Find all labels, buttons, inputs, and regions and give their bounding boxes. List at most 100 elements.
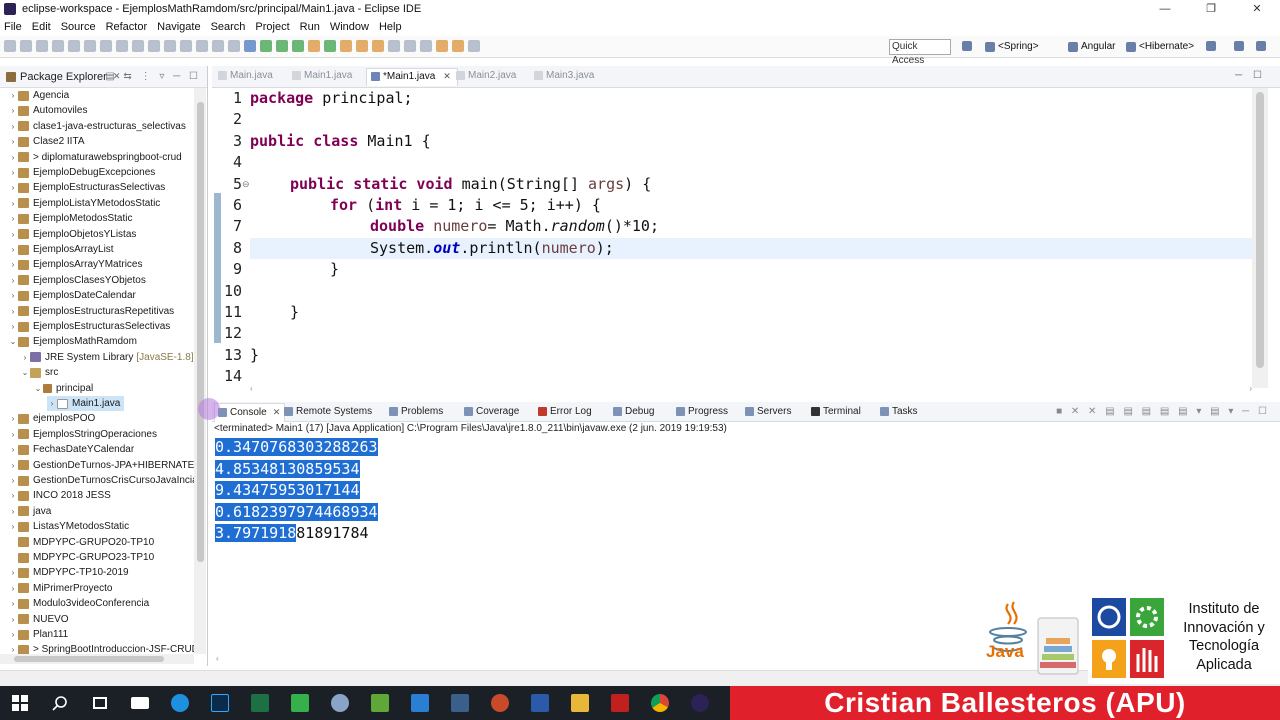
- tree-item[interactable]: › EjemplosStringOperaciones: [8, 427, 157, 442]
- search-icon[interactable]: [388, 40, 400, 52]
- tab-console[interactable]: Console ✕: [214, 403, 286, 422]
- perspective-java[interactable]: [1206, 41, 1216, 51]
- taskbar-explorer[interactable]: [560, 686, 600, 720]
- view-toolbar[interactable]: ▤ ⇆ ⋮ ▿ ─ ☐: [105, 71, 201, 82]
- tree-item-selected[interactable]: › Main1.java: [47, 396, 125, 411]
- tab-coverage[interactable]: Coverage: [464, 406, 519, 417]
- run-icon[interactable]: [260, 40, 272, 52]
- perspective-other[interactable]: [1256, 41, 1266, 51]
- close-button[interactable]: ✕: [1234, 0, 1280, 18]
- tree-item[interactable]: › JRE System Library [JavaSE-1.8]: [20, 350, 194, 365]
- tab-main1-java[interactable]: Main1.java: [292, 70, 352, 81]
- step-into-icon[interactable]: [164, 40, 176, 52]
- tree-item[interactable]: › clase1-java-estructuras_selectivas: [8, 119, 186, 134]
- menu-source[interactable]: Source: [61, 21, 96, 33]
- save-icon[interactable]: [20, 40, 32, 52]
- tree-item[interactable]: › EjemploListaYMetodosStatic: [8, 196, 161, 211]
- scrollbar-thumb[interactable]: [14, 656, 164, 662]
- tree-item-expanded[interactable]: ⌄ src: [20, 365, 59, 380]
- taskbar-notepad[interactable]: [360, 686, 400, 720]
- tab-progress[interactable]: Progress: [676, 406, 728, 417]
- console-output-line[interactable]: 4.85348130859534: [215, 459, 360, 480]
- skip-breakpoints-icon[interactable]: [84, 40, 96, 52]
- tree-item[interactable]: › NUEVO: [8, 612, 69, 627]
- tree-item[interactable]: › java: [8, 504, 52, 519]
- code-area[interactable]: package principal; public class Main1 { …: [250, 88, 1252, 388]
- scroll-left-icon[interactable]: ‹: [250, 384, 253, 393]
- taskbar-excel[interactable]: [240, 686, 280, 720]
- print-icon[interactable]: [52, 40, 64, 52]
- console-output-line[interactable]: 9.43475953017144: [215, 480, 360, 501]
- tab-problems[interactable]: Problems: [389, 406, 443, 417]
- previous-annotation-icon[interactable]: [420, 40, 432, 52]
- editor-vertical-scrollbar[interactable]: [1252, 88, 1268, 388]
- save-all-icon[interactable]: [36, 40, 48, 52]
- tree-item[interactable]: › FechasDateYCalendar: [8, 442, 135, 457]
- tree-item[interactable]: › ejemplosPOO: [8, 411, 96, 426]
- menu-edit[interactable]: Edit: [32, 21, 51, 33]
- perspective-debug[interactable]: [1234, 41, 1244, 51]
- taskbar-search[interactable]: [40, 686, 80, 720]
- tree-item[interactable]: MDPYPC-GRUPO20-TP10: [8, 535, 154, 550]
- start-button[interactable]: [0, 686, 40, 720]
- perspective-spring[interactable]: <Spring>: [985, 41, 1039, 52]
- console-output-line[interactable]: 0.3470768303288263: [215, 437, 378, 458]
- taskbar-word[interactable]: [520, 686, 560, 720]
- scrollbar-thumb[interactable]: [1256, 92, 1264, 368]
- menu-navigate[interactable]: Navigate: [157, 21, 200, 33]
- minimize-button[interactable]: —: [1142, 0, 1188, 18]
- pin-editor-icon[interactable]: [468, 40, 480, 52]
- tree-item[interactable]: › Agencia: [8, 88, 69, 103]
- new-package-icon[interactable]: [324, 40, 336, 52]
- tree-item[interactable]: › > diplomaturawebspringboot-crud: [8, 150, 182, 165]
- scroll-right-icon[interactable]: ›: [1249, 384, 1252, 393]
- console-toolbar[interactable]: ■ ✕ ✕ ▤ ▤ ▤ ▤ ▤ ▾ ▤ ▾ ─ ☐: [1056, 406, 1270, 417]
- tree-item[interactable]: › EjemplosEstructurasSelectivas: [8, 319, 171, 334]
- tab-main3-java[interactable]: Main3.java: [534, 70, 594, 81]
- taskbar-eclipse[interactable]: [680, 686, 720, 720]
- resume-icon[interactable]: [100, 40, 112, 52]
- tree-item[interactable]: › EjemploMetodosStatic: [8, 211, 133, 226]
- taskbar-edge[interactable]: [160, 686, 200, 720]
- tree-item[interactable]: MDPYPC-GRUPO23-TP10: [8, 550, 154, 565]
- terminate-icon[interactable]: [132, 40, 144, 52]
- menu-run[interactable]: Run: [300, 21, 320, 33]
- task-view-button[interactable]: [80, 686, 120, 720]
- taskbar-chrome[interactable]: [640, 686, 680, 720]
- tab-error-log[interactable]: Error Log: [538, 406, 592, 417]
- tree-item[interactable]: › GestionDeTurnosCrisCursoJavaIncia: [8, 473, 194, 488]
- tree-item[interactable]: › ListasYMetodosStatic: [8, 519, 130, 534]
- menu-help[interactable]: Help: [379, 21, 402, 33]
- fold-toggle-icon[interactable]: ⊖: [242, 179, 250, 190]
- taskbar-vscode[interactable]: [400, 686, 440, 720]
- use-step-filters-icon[interactable]: [228, 40, 240, 52]
- tree-item[interactable]: › EjemploEstructurasSelectivas: [8, 180, 166, 195]
- quick-access-input[interactable]: Quick Access: [889, 39, 951, 66]
- taskbar-postgres[interactable]: [320, 686, 360, 720]
- tree-item[interactable]: › Clase2 IITA: [8, 134, 85, 149]
- close-tab-icon[interactable]: ✕: [273, 407, 281, 418]
- editor-horizontal-scrollbar[interactable]: ‹ ›: [250, 384, 1252, 394]
- perspective-angular[interactable]: Angular: [1068, 41, 1115, 52]
- scrollbar-thumb[interactable]: [197, 102, 204, 562]
- open-task-icon[interactable]: [372, 40, 384, 52]
- tree-item[interactable]: › Automoviles: [8, 103, 88, 118]
- tree-item[interactable]: › MDPYPC-TP10-2019: [8, 565, 129, 580]
- tab-debug[interactable]: Debug: [613, 406, 654, 417]
- new-icon[interactable]: [4, 40, 16, 52]
- tab-main-java[interactable]: Main.java: [218, 70, 273, 81]
- taskbar-workbench[interactable]: [440, 686, 480, 720]
- perspective-hibernate[interactable]: <Hibernate>: [1126, 41, 1194, 52]
- open-perspective-button[interactable]: [962, 41, 972, 51]
- next-annotation-icon[interactable]: [404, 40, 416, 52]
- tree-item[interactable]: › MiPrimerProyecto: [8, 581, 113, 596]
- tree-horizontal-scrollbar[interactable]: [0, 654, 194, 664]
- tree-item[interactable]: › INCO 2018 JESS: [8, 488, 111, 503]
- console-output-line[interactable]: 0.6182397974468934: [215, 502, 378, 523]
- tree-item[interactable]: › EjemplosArrayList: [8, 242, 114, 257]
- scroll-left-icon[interactable]: ‹: [216, 654, 219, 663]
- taskbar-acrobat[interactable]: [600, 686, 640, 720]
- back-icon[interactable]: [436, 40, 448, 52]
- taskbar-photoshop[interactable]: [200, 686, 240, 720]
- coverage-icon[interactable]: [276, 40, 288, 52]
